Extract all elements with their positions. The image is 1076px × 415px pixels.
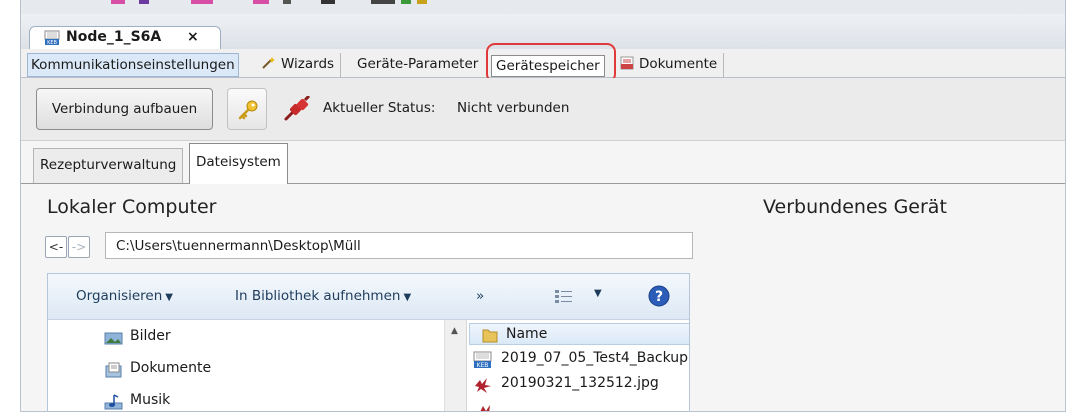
scroll-up-arrow-icon[interactable]: ▲ (451, 326, 458, 336)
tab-label: Dateisystem (196, 154, 281, 170)
pictures-library-icon (104, 332, 123, 345)
tab-label: Rezepturverwaltung (40, 157, 177, 173)
tab-rezepturverwaltung[interactable]: Rezepturverwaltung (33, 148, 184, 183)
column-header-label: Name (506, 326, 548, 342)
app-window: KEB Node_1_S6A × Kommunikationseinstellu… (20, 0, 1066, 412)
sub-tab-row: Rezepturverwaltung Dateisystem (21, 141, 1065, 184)
tab-wizards[interactable]: Wizards (261, 53, 342, 77)
main-tab-row: Kommunikationseinstellungen Wizards Gerä… (21, 49, 1065, 78)
view-caret-down-icon[interactable]: ▼ (594, 288, 602, 299)
add-to-library-label: In Bibliothek aufnehmen (235, 288, 401, 304)
connect-button[interactable]: Verbindung aufbauen (36, 88, 213, 130)
tab-label: Dokumente (639, 56, 718, 72)
document-keb-icon (620, 56, 634, 70)
nav-item-label: Dokumente (130, 360, 212, 376)
wand-icon (262, 57, 275, 69)
document-tab[interactable]: KEB Node_1_S6A × (29, 26, 221, 49)
key-icon (238, 100, 258, 120)
status-value: Nicht verbunden (457, 100, 570, 116)
disconnected-plug-icon (284, 96, 311, 121)
file-name: 2019_07_05_Test4_Backup. (501, 350, 690, 366)
close-icon[interactable]: × (187, 29, 199, 45)
local-computer-title: Lokaler Computer (47, 196, 217, 218)
keb-file-icon: KEB (473, 351, 492, 369)
folder-icon (482, 329, 498, 343)
image-file-icon (475, 378, 491, 393)
toolbar: Verbindung aufbauen Aktueller Status: Ni… (21, 78, 1065, 141)
tab-kommunikationseinstellungen[interactable]: Kommunikationseinstellungen (27, 53, 239, 77)
music-library-icon (104, 394, 123, 410)
key-button[interactable] (227, 88, 267, 130)
documents-library-icon (105, 362, 122, 378)
svg-text:?: ? (655, 289, 663, 305)
svg-text:KEB: KEB (47, 40, 57, 46)
more-button[interactable]: » (476, 288, 484, 304)
tab-label: Wizards (281, 56, 335, 72)
nav-item-label: Musik (130, 392, 171, 408)
tab-label: Geräte-Parameter (357, 56, 479, 72)
organize-label: Organisieren (76, 288, 163, 304)
back-button[interactable]: <- (45, 236, 67, 258)
svg-text:KEB: KEB (477, 362, 489, 369)
document-tab-title: Node_1_S6A (66, 29, 162, 45)
file-name: 20190321_132512.jpg (501, 375, 659, 391)
tab-label: Kommunikationseinstellungen (31, 57, 235, 73)
file-list: Name KEB 2019_07_05_Test4_Backup. 201903… (466, 320, 690, 411)
tab-dokumente[interactable]: Dokumente (619, 53, 725, 77)
tab-geraetespeicher[interactable]: Gerätespeicher (491, 55, 605, 77)
tab-label: Gerätespeicher (496, 58, 600, 74)
top-clipped-strip (21, 0, 1065, 14)
file-explorer: Organisieren ▼ In Bibliothek aufnehmen ▼ »… (47, 273, 690, 411)
caret-down-icon: ▼ (165, 292, 173, 303)
explorer-toolbar: Organisieren ▼ In Bibliothek aufnehmen ▼ »… (48, 274, 689, 320)
image-file-icon (480, 405, 490, 411)
path-input[interactable] (105, 232, 693, 259)
status-label: Aktueller Status: (323, 100, 436, 116)
connected-device-title: Verbundenes Gerät (763, 196, 947, 218)
navigation-pane: Bilder Dokumente Musik (48, 320, 444, 411)
caret-down-icon: ▼ (403, 292, 412, 303)
organize-button[interactable]: Organisieren ▼ (76, 288, 173, 304)
column-header-name[interactable]: Name (469, 323, 689, 345)
forward-button[interactable]: -> (68, 236, 90, 258)
add-to-library-button[interactable]: In Bibliothek aufnehmen ▼ (235, 288, 411, 304)
tab-geraete-parameter[interactable]: Geräte-Parameter (357, 53, 478, 77)
view-options-icon[interactable] (555, 289, 573, 303)
tab-dateisystem[interactable]: Dateisystem (189, 143, 288, 184)
nav-scrollbar[interactable]: ▲ (444, 320, 467, 411)
nav-item-label: Bilder (130, 328, 171, 344)
document-tab-row: KEB Node_1_S6A × (21, 14, 1065, 50)
filesystem-panel: Lokaler Computer Verbundenes Gerät <- ->… (21, 184, 1065, 411)
keb-device-icon: KEB (44, 30, 60, 46)
help-icon[interactable]: ? (648, 285, 670, 307)
